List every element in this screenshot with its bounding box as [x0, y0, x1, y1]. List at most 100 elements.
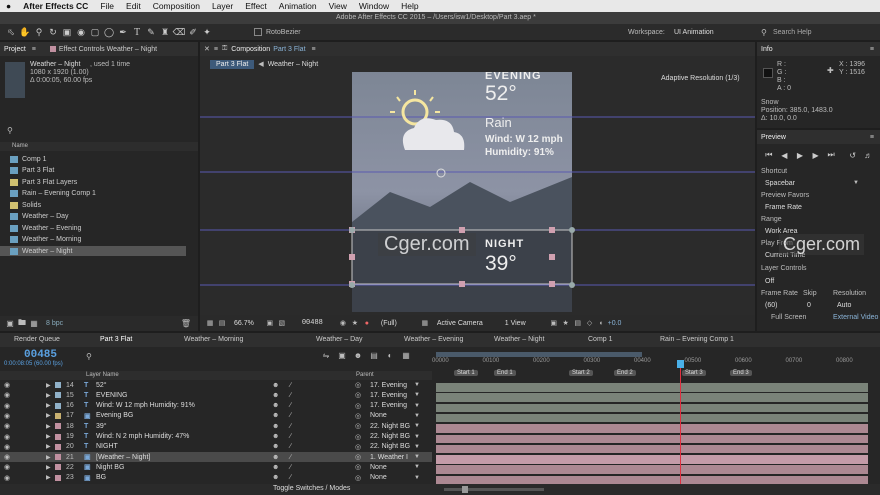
- first-frame-icon[interactable]: ⏮: [761, 150, 777, 160]
- new-folder-icon[interactable]: 🖿: [16, 317, 28, 331]
- comp-marker[interactable]: End 1: [494, 370, 516, 376]
- external-video-checkbox[interactable]: External Video: [833, 314, 878, 321]
- playhead-icon[interactable]: [677, 360, 684, 368]
- shy-switch-icon[interactable]: ☻: [272, 454, 279, 461]
- expand-arrow-icon[interactable]: ▶: [46, 443, 51, 450]
- pickwhip-icon[interactable]: ◎: [355, 422, 361, 430]
- frame-blending-icon[interactable]: ▤: [366, 351, 382, 360]
- pan-behind-tool-icon[interactable]: ◉: [74, 27, 88, 38]
- pickwhip-icon[interactable]: ◎: [355, 463, 361, 471]
- pickwhip-icon[interactable]: ◎: [355, 453, 361, 461]
- parent-dropdown[interactable]: 22. Night BG: [370, 423, 410, 430]
- timeline-icon[interactable]: ▤: [572, 319, 584, 327]
- layer-row[interactable]: ◉ ▶ 15 T EVENING ☻ ∕ ◎ 17. Evening ▼: [0, 390, 432, 400]
- tab-info[interactable]: Info: [761, 46, 773, 53]
- layer-label-swatch[interactable]: [55, 392, 61, 399]
- resolution-dropdown[interactable]: (Full): [381, 320, 397, 327]
- expand-arrow-icon[interactable]: ▶: [46, 382, 51, 389]
- visibility-eye-icon[interactable]: ◉: [4, 412, 10, 420]
- quality-switch-icon[interactable]: ∕: [290, 423, 291, 430]
- layer-label-swatch[interactable]: [55, 382, 61, 388]
- graph-editor-icon[interactable]: ▦: [398, 351, 414, 360]
- toggle-pixel-icon[interactable]: ▣: [548, 319, 560, 327]
- puppet-tool-icon[interactable]: ✦: [200, 27, 214, 38]
- pickwhip-icon[interactable]: ◎: [355, 474, 361, 482]
- current-time[interactable]: 00485: [24, 349, 57, 361]
- layer-label-swatch[interactable]: [55, 443, 61, 450]
- time-ruler[interactable]: 00000 00100 00200 00300 00400 00500 00600 00700…: [432, 348, 880, 382]
- timeline-tab[interactable]: Weather – Evening: [404, 336, 463, 343]
- tab-effect-controls[interactable]: Effect Controls Weather – Night: [59, 46, 157, 53]
- timeline-tab[interactable]: Weather – Morning: [184, 336, 243, 343]
- ellipse-tool-icon[interactable]: ◯: [102, 27, 116, 38]
- brush-tool-icon[interactable]: ✎: [144, 27, 158, 38]
- type-tool-icon[interactable]: T: [130, 27, 144, 38]
- timeline-tab[interactable]: Weather – Day: [316, 336, 363, 343]
- panel-menu-icon[interactable]: ≡: [870, 46, 874, 53]
- exposure-value[interactable]: +0.0: [608, 320, 622, 327]
- project-list-item[interactable]: Rain – Evening Comp 1: [0, 189, 186, 199]
- layer-search-icon[interactable]: ⚲: [86, 352, 92, 361]
- safe-zones-icon[interactable]: ▣: [264, 319, 276, 327]
- audio-icon[interactable]: ♬: [860, 151, 876, 160]
- layer-label-swatch[interactable]: [55, 423, 61, 430]
- parent-dropdown[interactable]: None: [370, 412, 387, 419]
- shy-switch-icon[interactable]: ☻: [272, 412, 279, 419]
- layer-label-swatch[interactable]: [55, 412, 61, 419]
- tab-project[interactable]: Project: [4, 46, 26, 53]
- work-area-bar[interactable]: [436, 352, 642, 357]
- draft-3d-icon[interactable]: ▣: [334, 351, 350, 360]
- project-list-item[interactable]: Weather – Morning: [0, 235, 186, 245]
- visibility-eye-icon[interactable]: ◉: [4, 391, 10, 399]
- menu-composition[interactable]: Composition: [147, 1, 206, 11]
- expand-arrow-icon[interactable]: ▶: [46, 474, 51, 481]
- close-icon[interactable]: ✕: [204, 45, 210, 53]
- visibility-eye-icon[interactable]: ◉: [4, 463, 10, 471]
- workspace-dropdown[interactable]: UI Animation: [674, 29, 714, 36]
- camera-tool-icon[interactable]: ▣: [60, 27, 74, 38]
- project-list-item[interactable]: Weather – Night: [0, 246, 186, 256]
- menu-edit[interactable]: Edit: [120, 1, 147, 11]
- breadcrumb-part3flat[interactable]: Part 3 Flat: [210, 59, 255, 69]
- zoom-dropdown[interactable]: 66.7%: [234, 320, 254, 327]
- comp-marker[interactable]: End 3: [730, 370, 752, 376]
- camera-dropdown[interactable]: Active Camera: [437, 320, 483, 327]
- shy-switch-icon[interactable]: ☻: [272, 433, 279, 440]
- layer-row[interactable]: ◉ ▶ 16 T Wind: W 12 mph Humidity: 91% ☻ ∕ ◎ 17. …: [0, 401, 432, 411]
- channel-icon[interactable]: ●: [361, 320, 373, 327]
- panel-menu-icon[interactable]: ≡: [312, 46, 316, 53]
- pen-tool-icon[interactable]: ✒: [116, 27, 130, 38]
- interpret-footage-icon[interactable]: ▣: [4, 319, 16, 328]
- flowchart-icon[interactable]: ◇: [584, 319, 596, 327]
- shy-switch-icon[interactable]: ☻: [272, 474, 279, 481]
- snapshot-icon[interactable]: ◉: [337, 319, 349, 327]
- menu-window[interactable]: Window: [353, 1, 395, 11]
- shortcut-dropdown[interactable]: Spacebar: [765, 180, 795, 187]
- tab-composition[interactable]: Part 3 Flat: [273, 46, 305, 53]
- hand-tool-icon[interactable]: ✋: [18, 27, 32, 38]
- quality-switch-icon[interactable]: ∕: [290, 454, 291, 461]
- tab-preview[interactable]: Preview: [761, 134, 786, 141]
- next-frame-icon[interactable]: ▶: [808, 151, 824, 160]
- menu-file[interactable]: File: [94, 1, 120, 11]
- layer-label-swatch[interactable]: [55, 474, 61, 481]
- menu-animation[interactable]: Animation: [273, 1, 323, 11]
- project-list-item[interactable]: Weather – Evening: [0, 223, 186, 233]
- visibility-eye-icon[interactable]: ◉: [4, 453, 10, 461]
- eraser-tool-icon[interactable]: ⌫: [172, 27, 186, 38]
- layer-label-swatch[interactable]: [55, 433, 61, 440]
- comp-marker[interactable]: End 2: [614, 370, 636, 376]
- roto-brush-tool-icon[interactable]: ✐: [186, 27, 200, 38]
- expand-arrow-icon[interactable]: ▶: [46, 423, 51, 430]
- layer-duration-bar[interactable]: [436, 424, 868, 433]
- rotate-tool-icon[interactable]: ↻: [46, 27, 60, 38]
- layer-label-swatch[interactable]: [55, 402, 61, 409]
- quality-switch-icon[interactable]: ∕: [290, 443, 291, 450]
- motion-blur-icon[interactable]: ◐: [382, 351, 398, 360]
- breadcrumb-weather-night[interactable]: Weather – Night: [268, 61, 318, 68]
- pickwhip-icon[interactable]: ◎: [355, 402, 361, 410]
- resolution-dropdown[interactable]: Auto: [837, 302, 851, 309]
- layer-row[interactable]: ◉ ▶ 20 T NIGHT ☻ ∕ ◎ 22. Night BG ▼: [0, 442, 432, 452]
- selection-tool-icon[interactable]: ⬁: [4, 27, 18, 38]
- zoom-slider-handle-icon[interactable]: [462, 486, 468, 493]
